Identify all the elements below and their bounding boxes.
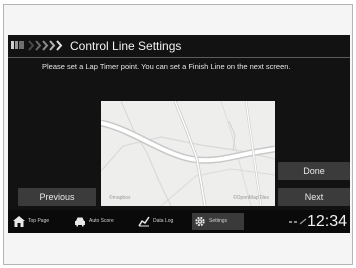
nav-item-settings[interactable]: Settings [192, 213, 244, 230]
nav-label-settings: Settings [209, 218, 228, 224]
nav-label-top-page: Top Page [28, 218, 50, 224]
car-icon [75, 217, 85, 227]
map-credit-right: ©OpenMapTiles [232, 195, 269, 201]
nav-item-auto-score[interactable]: Auto Score [72, 213, 132, 230]
nav-item-top-page[interactable]: Top Page [11, 213, 67, 230]
nav-label-auto-score: Auto Score [89, 218, 114, 224]
map-roads [101, 101, 275, 206]
page-title: Control Line Settings [70, 39, 182, 53]
gear-icon [195, 216, 205, 227]
nav-item-data-log[interactable]: Data Log [136, 213, 190, 230]
done-button[interactable]: Done [278, 162, 350, 180]
nav-label-data-log: Data Log [153, 218, 174, 224]
clock: 12:34 [306, 213, 347, 230]
header-bar: Control Line Settings [8, 35, 350, 57]
next-button[interactable]: Next [278, 188, 350, 206]
back-icon[interactable] [11, 41, 25, 49]
instruction-text: Please set a Lap Timer point. You can se… [42, 62, 291, 71]
map-view[interactable]: ©mapbox ©OpenMapTiles [101, 101, 275, 206]
home-icon [13, 216, 25, 227]
previous-button[interactable]: Previous [18, 188, 96, 206]
sweep-chevrons-icon [28, 40, 63, 51]
signal-icon [289, 218, 307, 225]
header-divider [8, 57, 350, 58]
chart-icon [138, 216, 150, 227]
display-screen: Control Line Settings Please set a Lap T… [8, 35, 350, 233]
map-credit-left: ©mapbox [109, 195, 131, 201]
bottom-nav-bar: Top Page Auto Score Data Log Settings 12… [8, 210, 350, 233]
